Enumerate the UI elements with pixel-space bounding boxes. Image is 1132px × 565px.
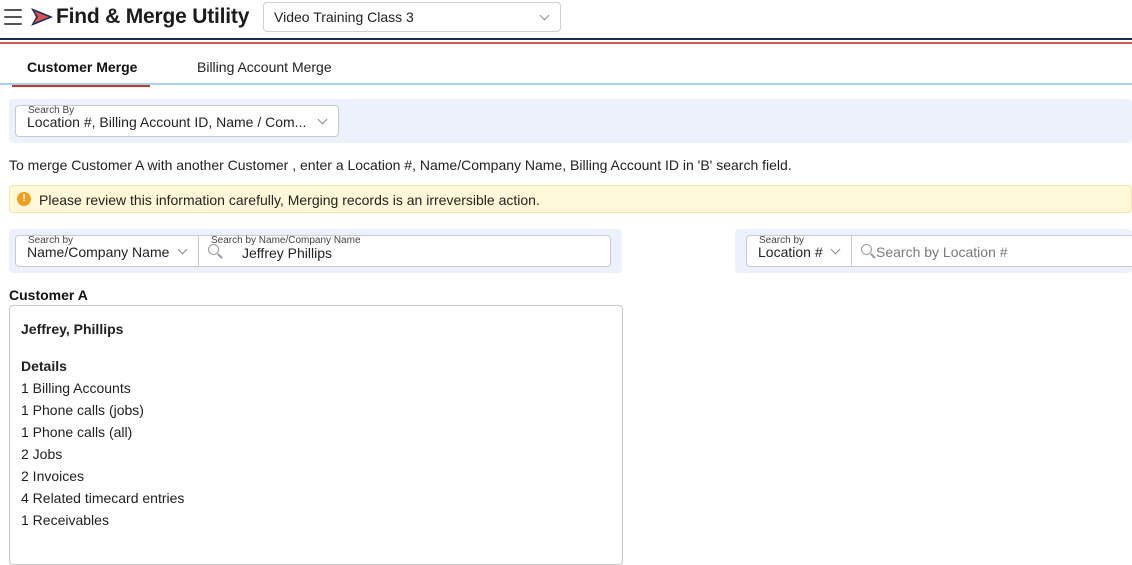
search-a-type-value: Name/Company Name — [27, 244, 170, 260]
app-title: Find & Merge Utility — [56, 5, 250, 28]
search-b-type-value: Location # — [758, 244, 823, 260]
customer-a-heading: Customer A — [9, 287, 88, 303]
customer-a-card: Jeffrey, Phillips Details 1 Billing Acco… — [9, 305, 623, 565]
search-panel-a: Search by Name/Company Name Search by Na… — [9, 229, 622, 273]
warning-text: Please review this information carefully… — [39, 192, 540, 208]
account-select[interactable]: Video Training Class 3 — [263, 2, 561, 32]
search-icon — [861, 244, 872, 255]
search-a-input-value: Jeffrey Phillips — [242, 245, 333, 261]
chevron-down-icon — [830, 244, 841, 255]
list-item: 2 Jobs — [21, 446, 63, 462]
chevron-down-icon — [317, 114, 328, 125]
details-heading: Details — [21, 358, 67, 374]
exclamation-circle-icon: ! — [17, 192, 31, 206]
menu-icon[interactable] — [4, 9, 22, 25]
active-tab-indicator — [12, 85, 150, 87]
search-b-input[interactable]: Search by Location # — [851, 235, 1132, 267]
search-b-type-select[interactable]: Search by Location # — [746, 235, 852, 267]
tab-billing-account-merge[interactable]: Billing Account Merge — [197, 59, 332, 75]
search-by-panel: Search By Location #, Billing Account ID… — [9, 99, 1132, 143]
search-by-select[interactable]: Search By Location #, Billing Account ID… — [15, 105, 339, 137]
search-icon — [208, 244, 219, 255]
search-by-value: Location #, Billing Account ID, Name / C… — [27, 114, 307, 130]
search-a-input[interactable]: Search by Name/Company Name Jeffrey Phil… — [198, 235, 611, 267]
list-item: 1 Phone calls (jobs) — [21, 402, 144, 418]
list-item: 2 Invoices — [21, 468, 85, 484]
chevron-down-icon — [177, 244, 188, 255]
customer-a-name: Jeffrey, Phillips — [21, 321, 124, 337]
list-item: 4 Related timecard entries — [21, 490, 185, 506]
search-b-placeholder: Search by Location # — [876, 244, 1008, 260]
search-panel-b: Search by Location # Search by Location … — [735, 229, 1132, 273]
tab-customer-merge[interactable]: Customer Merge — [27, 59, 137, 75]
details-list: 1 Billing Accounts 1 Phone calls (jobs) … — [21, 380, 184, 534]
tabs-divider — [0, 83, 1132, 85]
list-item: 1 Receivables — [21, 512, 109, 528]
chevron-down-icon — [539, 10, 550, 21]
logo-flag-icon — [31, 8, 53, 26]
search-a-type-select[interactable]: Search by Name/Company Name — [15, 235, 199, 267]
warning-banner: ! Please review this information careful… — [9, 185, 1132, 213]
header-divider-navy — [0, 38, 1132, 40]
merge-instructions: To merge Customer A with another Custome… — [9, 157, 792, 173]
list-item: 1 Phone calls (all) — [21, 424, 133, 440]
header-divider-red — [0, 42, 1132, 44]
account-select-value: Video Training Class 3 — [274, 9, 414, 25]
list-item: 1 Billing Accounts — [21, 380, 131, 396]
